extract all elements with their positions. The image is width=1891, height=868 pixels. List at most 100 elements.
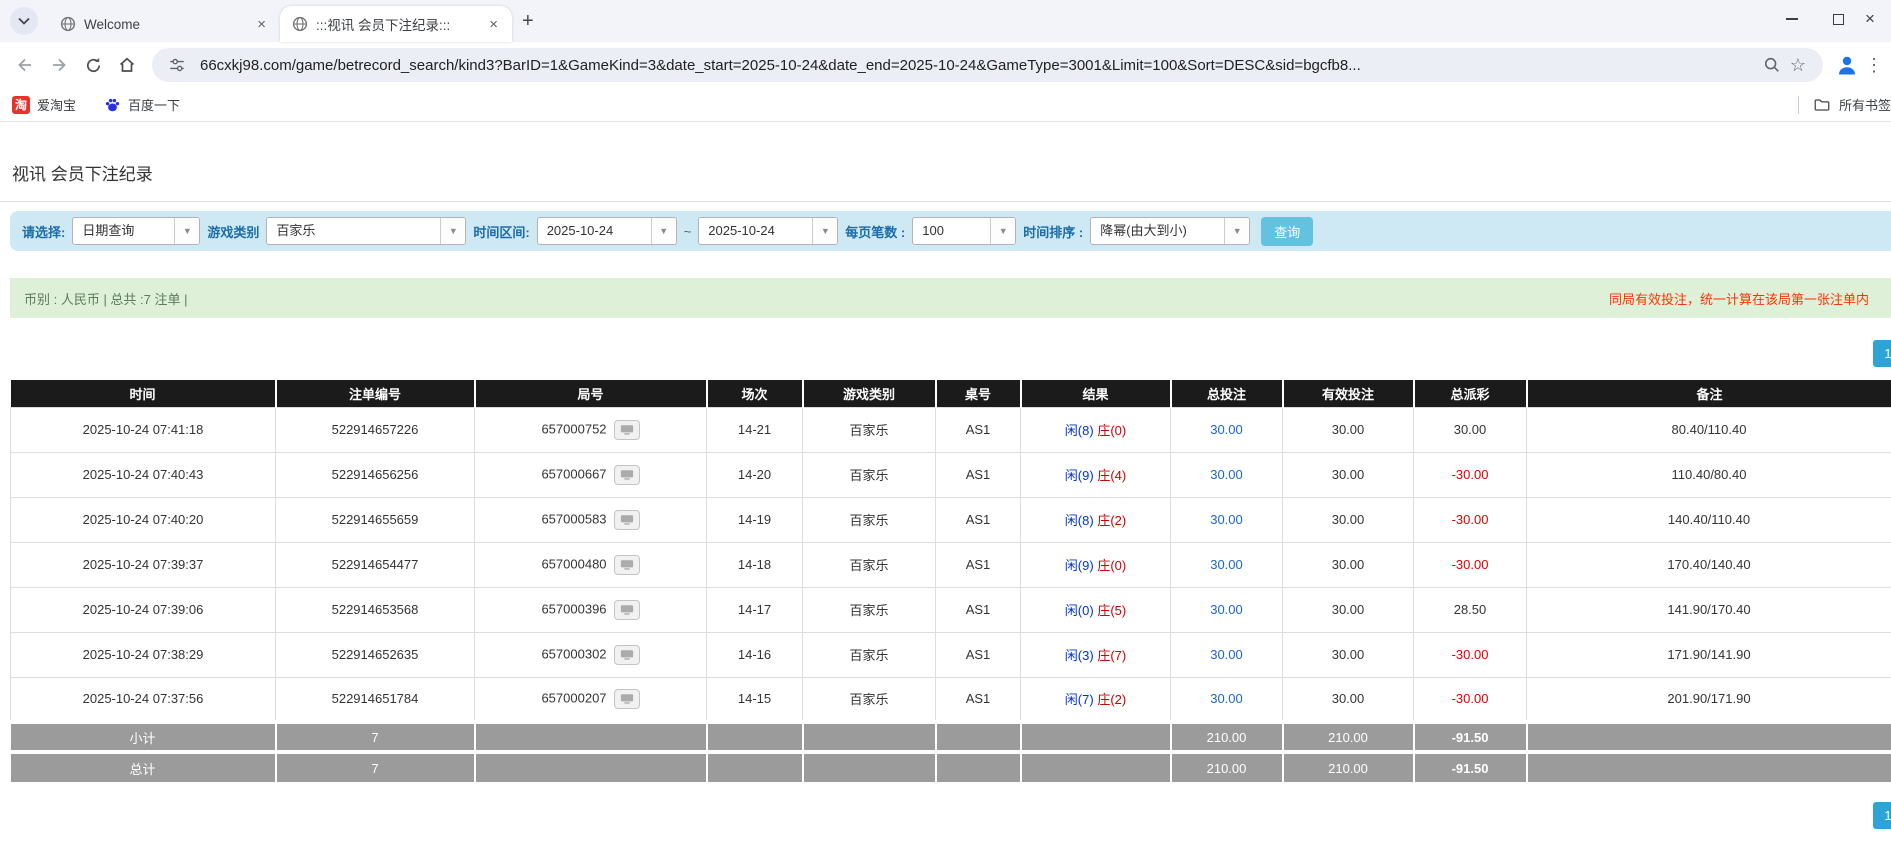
round-replay-button[interactable] bbox=[614, 600, 640, 620]
cell-payout: 28.50 bbox=[1414, 587, 1527, 632]
subtotal-count: 7 bbox=[276, 722, 475, 752]
window-maximize-button[interactable] bbox=[1815, 0, 1861, 38]
result-banker: 庄(2) bbox=[1097, 513, 1126, 528]
total-bet-link[interactable]: 30.00 bbox=[1210, 422, 1243, 437]
url-text[interactable]: 66cxkj98.com/game/betrecord_search/kind3… bbox=[200, 57, 1749, 74]
cell-result: 闲(8) 庄(0) bbox=[1021, 407, 1171, 452]
window-minimize-button[interactable] bbox=[1769, 0, 1815, 38]
table-footer: 小计 7 210.00 210.00 -91.50 总计 7 bbox=[11, 722, 1891, 782]
bookmark-baidu[interactable]: 百度一下 bbox=[104, 95, 180, 114]
round-replay-button[interactable] bbox=[614, 465, 640, 485]
page-number-button[interactable]: 1 bbox=[1873, 802, 1891, 829]
total-payout: -91.50 bbox=[1414, 752, 1527, 782]
tilde-separator: ~ bbox=[684, 224, 692, 239]
round-number: 657000752 bbox=[541, 421, 606, 436]
round-replay-button[interactable] bbox=[614, 645, 640, 665]
result-banker: 庄(0) bbox=[1097, 558, 1126, 573]
round-replay-button[interactable] bbox=[614, 420, 640, 440]
cell-note: 170.40/140.40 bbox=[1527, 542, 1891, 587]
home-button[interactable] bbox=[110, 48, 144, 82]
dropdown-arrow-icon[interactable]: ▼ bbox=[174, 218, 199, 244]
empty-cell bbox=[1021, 722, 1171, 752]
round-number: 657000480 bbox=[541, 556, 606, 571]
tab-close-icon[interactable]: × bbox=[253, 15, 270, 34]
new-tab-button[interactable]: + bbox=[522, 10, 534, 33]
per-page-select[interactable]: 100 ▼ bbox=[912, 217, 1016, 245]
profile-avatar[interactable] bbox=[1831, 49, 1863, 81]
total-bet-link[interactable]: 30.00 bbox=[1210, 512, 1243, 527]
cell-bet-id: 522914653568 bbox=[276, 587, 475, 632]
back-button[interactable] bbox=[8, 48, 42, 82]
sort-select[interactable]: 降幂(由大到小) ▼ bbox=[1090, 217, 1250, 245]
summary-bar: 币别 : 人民币 | 总共 :7 注单 | 同局有效投注，统一计算在该局第一张注… bbox=[10, 278, 1891, 318]
cell-game: 百家乐 bbox=[803, 452, 936, 497]
tab-strip: Welcome × :::视讯 会员下注纪录::: × + × bbox=[0, 0, 1891, 42]
round-number: 657000302 bbox=[541, 646, 606, 661]
window-close-button[interactable]: × bbox=[1861, 0, 1891, 38]
cell-result: 闲(9) 庄(4) bbox=[1021, 452, 1171, 497]
bookmark-star-icon[interactable]: ☆ bbox=[1785, 52, 1811, 78]
tab-welcome[interactable]: Welcome × bbox=[48, 6, 280, 42]
empty-cell bbox=[1021, 752, 1171, 782]
cell-valid-bet: 30.00 bbox=[1283, 497, 1414, 542]
round-replay-button[interactable] bbox=[614, 689, 640, 709]
tab-bet-records-active[interactable]: :::视讯 会员下注纪录::: × bbox=[280, 6, 512, 42]
tab-close-icon[interactable]: × bbox=[485, 15, 502, 34]
zoom-icon[interactable] bbox=[1759, 52, 1785, 78]
total-bet-link[interactable]: 30.00 bbox=[1210, 602, 1243, 617]
bookmark-label: 百度一下 bbox=[128, 95, 180, 114]
all-bookmarks-label: 所有书签 bbox=[1839, 95, 1891, 114]
total-bet-link[interactable]: 30.00 bbox=[1210, 557, 1243, 572]
cell-payout: -30.00 bbox=[1414, 497, 1527, 542]
bookmark-label: 爱淘宝 bbox=[37, 95, 76, 114]
dropdown-arrow-icon[interactable]: ▼ bbox=[651, 218, 676, 244]
result-player: 闲(8) bbox=[1065, 423, 1094, 438]
total-bet-link[interactable]: 30.00 bbox=[1210, 647, 1243, 662]
date-start-input[interactable]: 2025-10-24 ▼ bbox=[537, 217, 677, 245]
total-row: 总计 7 210.00 210.00 -91.50 bbox=[11, 752, 1891, 782]
dropdown-arrow-icon[interactable]: ▼ bbox=[990, 218, 1015, 244]
cell-round: 657000583 bbox=[475, 497, 707, 542]
cell-payout: -30.00 bbox=[1414, 542, 1527, 587]
browser-toolbar: 66cxkj98.com/game/betrecord_search/kind3… bbox=[0, 42, 1891, 88]
date-end-value: 2025-10-24 bbox=[699, 218, 812, 244]
window-controls: × bbox=[1769, 0, 1891, 38]
page-number-button[interactable]: 1 bbox=[1873, 340, 1891, 367]
site-settings-icon[interactable] bbox=[164, 52, 190, 78]
browser-menu-icon[interactable]: ⋮ bbox=[1865, 55, 1881, 76]
total-bet-link[interactable]: 30.00 bbox=[1210, 467, 1243, 482]
date-end-input[interactable]: 2025-10-24 ▼ bbox=[698, 217, 838, 245]
round-replay-button[interactable] bbox=[614, 555, 640, 575]
cell-bet-id: 522914654477 bbox=[276, 542, 475, 587]
cell-table: AS1 bbox=[936, 407, 1021, 452]
forward-button[interactable] bbox=[42, 48, 76, 82]
dropdown-arrow-icon[interactable]: ▼ bbox=[440, 218, 465, 244]
result-player: 闲(0) bbox=[1065, 603, 1094, 618]
cell-total-bet: 30.00 bbox=[1171, 677, 1283, 722]
dropdown-arrow-icon[interactable]: ▼ bbox=[812, 218, 837, 244]
dropdown-arrow-icon[interactable]: ▼ bbox=[1224, 218, 1249, 244]
address-bar[interactable]: 66cxkj98.com/game/betrecord_search/kind3… bbox=[152, 48, 1823, 82]
cell-table: AS1 bbox=[936, 497, 1021, 542]
all-bookmarks[interactable]: 所有书签 bbox=[1798, 95, 1891, 114]
cell-session: 14-16 bbox=[707, 632, 803, 677]
game-type-value: 百家乐 bbox=[267, 218, 440, 244]
total-bet-link[interactable]: 30.00 bbox=[1210, 691, 1243, 706]
cell-time: 2025-10-24 07:41:18 bbox=[11, 407, 276, 452]
result-player: 闲(9) bbox=[1065, 558, 1094, 573]
result-banker: 庄(5) bbox=[1097, 603, 1126, 618]
cell-time: 2025-10-24 07:37:56 bbox=[11, 677, 276, 722]
cell-total-bet: 30.00 bbox=[1171, 587, 1283, 632]
replay-screen-icon bbox=[620, 514, 634, 526]
cell-game: 百家乐 bbox=[803, 407, 936, 452]
cell-total-bet: 30.00 bbox=[1171, 632, 1283, 677]
query-type-select[interactable]: 日期查询 ▼ bbox=[72, 217, 200, 245]
cell-round: 657000207 bbox=[475, 677, 707, 722]
bookmark-taobao[interactable]: 淘 爱淘宝 bbox=[12, 95, 76, 114]
cell-game: 百家乐 bbox=[803, 677, 936, 722]
game-type-select[interactable]: 百家乐 ▼ bbox=[266, 217, 466, 245]
reload-button[interactable] bbox=[76, 48, 110, 82]
tab-search-button[interactable] bbox=[10, 7, 38, 35]
search-button[interactable]: 查询 bbox=[1261, 217, 1313, 246]
round-replay-button[interactable] bbox=[614, 510, 640, 530]
